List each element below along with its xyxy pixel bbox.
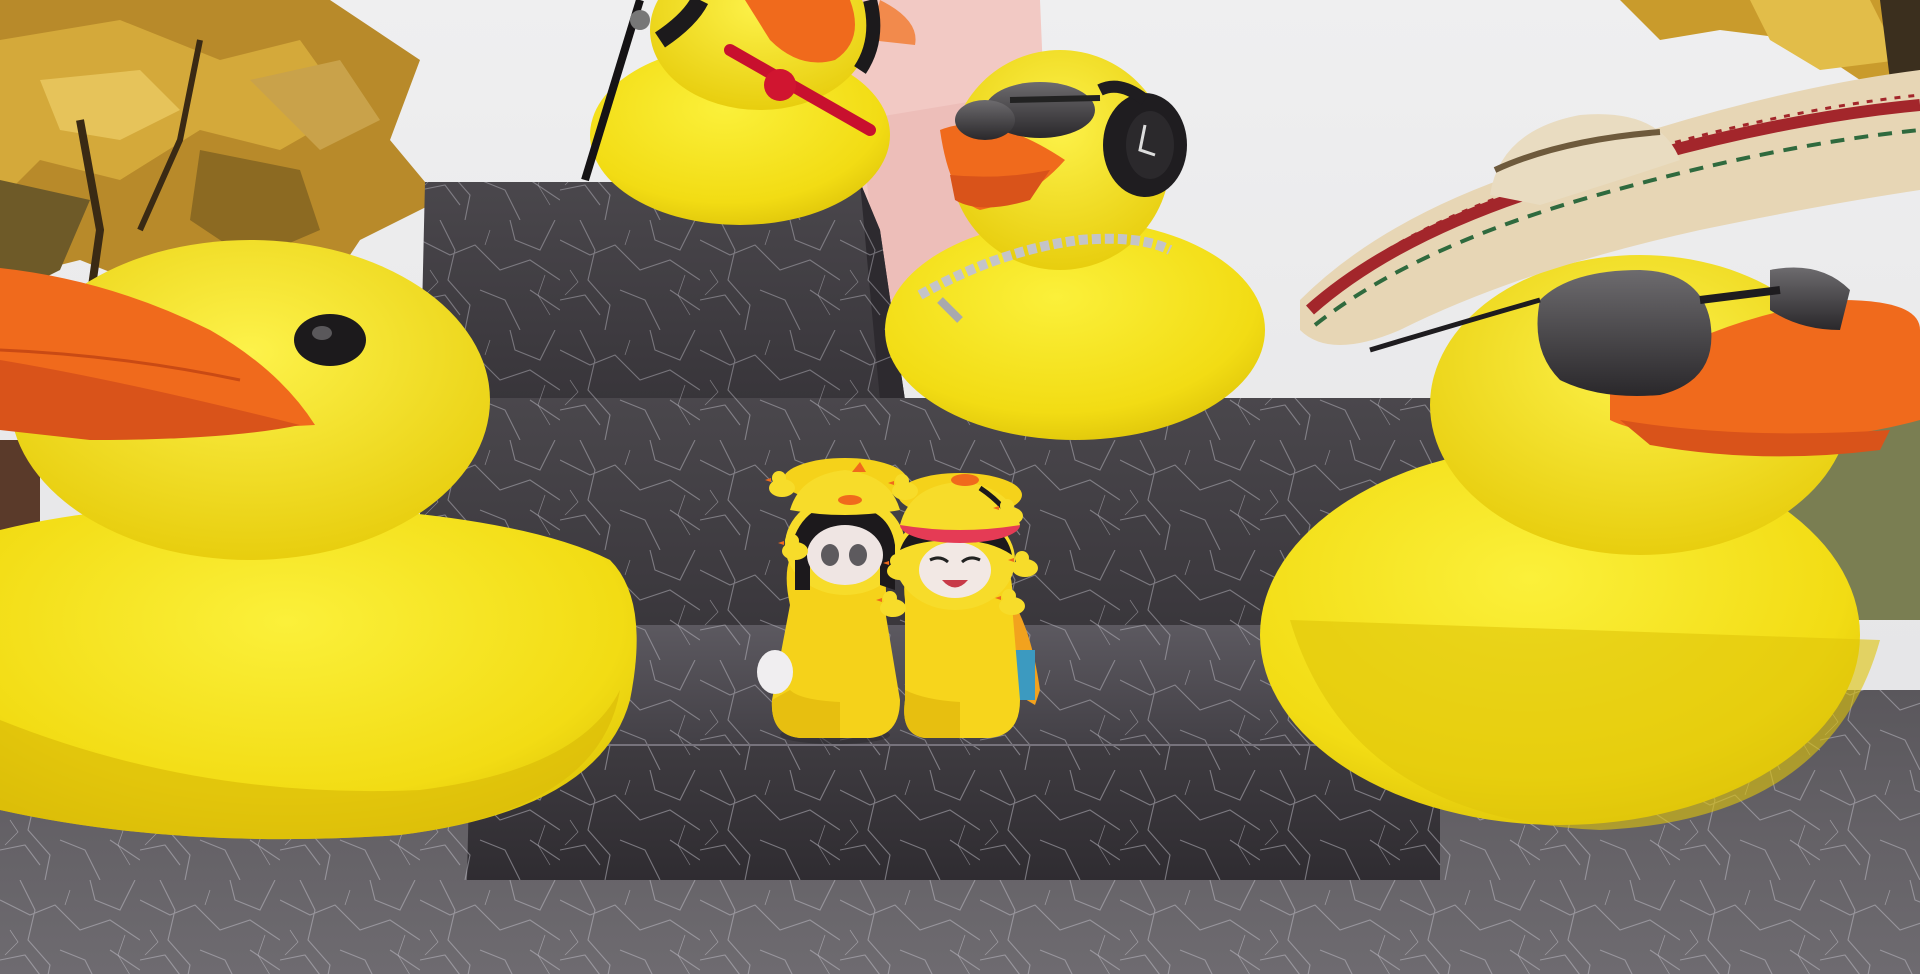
game-viewport[interactable] [0,0,1920,974]
hidden-avatar-part [757,650,793,694]
podium-top-tier [420,182,905,400]
game-scene[interactable] [0,0,1920,974]
